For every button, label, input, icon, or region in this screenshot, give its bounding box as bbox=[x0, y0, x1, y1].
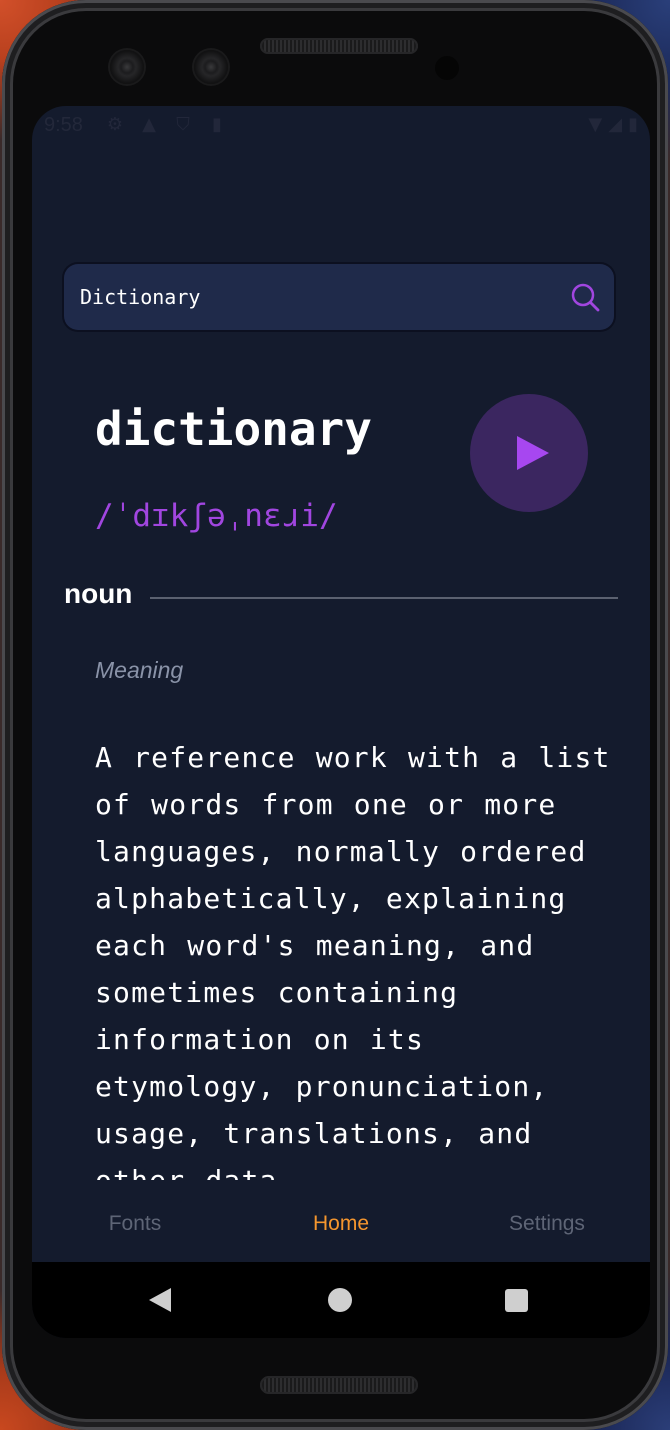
proximity-sensor bbox=[435, 56, 459, 80]
nav-home[interactable]: Home bbox=[238, 1194, 444, 1262]
play-pronunciation-button[interactable] bbox=[470, 394, 588, 512]
play-icon bbox=[517, 436, 549, 470]
status-bar: 9:58 ⚙ ▲ ⛉ ▮ ▼ ◢ ▮ bbox=[32, 106, 650, 146]
wifi-icon: ▼ bbox=[588, 114, 603, 135]
search-input[interactable] bbox=[80, 264, 550, 330]
search-bar[interactable] bbox=[64, 264, 614, 330]
nav-fonts[interactable]: Fonts bbox=[32, 1194, 238, 1262]
front-camera-secondary-icon bbox=[194, 50, 228, 84]
sd-card-icon: ▮ bbox=[212, 114, 222, 135]
earpiece-speaker bbox=[260, 38, 418, 54]
search-icon[interactable] bbox=[570, 282, 600, 312]
status-notification-icons: ⚙ ▲ ⛉ ▮ bbox=[104, 114, 228, 136]
settings-gear-icon: ⚙ bbox=[106, 114, 124, 135]
nav-settings[interactable]: Settings bbox=[444, 1194, 650, 1262]
bottom-navigation: Fonts Home Settings bbox=[32, 1194, 650, 1262]
definition-scroll-area[interactable]: A reference work with a list of words fr… bbox=[95, 734, 615, 1180]
status-time: 9:58 bbox=[44, 114, 83, 136]
front-camera-icon bbox=[110, 50, 144, 84]
phonetic-text: /ˈdɪkʃəˌnɛɹi/ bbox=[95, 498, 338, 534]
shield-icon: ⛉ bbox=[176, 114, 190, 135]
definition-text: A reference work with a list of words fr… bbox=[95, 741, 611, 1180]
home-icon[interactable] bbox=[328, 1288, 352, 1312]
word-title: dictionary bbox=[95, 402, 372, 456]
phone-frame: 9:58 ⚙ ▲ ⛉ ▮ ▼ ◢ ▮ dictionary /ˈdɪkʃəˌnɛ… bbox=[2, 0, 668, 1430]
divider bbox=[150, 597, 618, 599]
bottom-speaker bbox=[260, 1376, 418, 1394]
recents-icon[interactable] bbox=[505, 1289, 528, 1312]
back-icon[interactable] bbox=[149, 1288, 171, 1312]
status-system-icons: ▼ ◢ ▮ bbox=[588, 114, 638, 136]
battery-icon: ▮ bbox=[628, 114, 638, 135]
part-of-speech: noun bbox=[64, 578, 133, 609]
meaning-label: Meaning bbox=[95, 657, 184, 683]
system-navigation-bar bbox=[32, 1262, 650, 1338]
app-notification-icon: ▲ bbox=[142, 114, 156, 135]
app-screen: 9:58 ⚙ ▲ ⛉ ▮ ▼ ◢ ▮ dictionary /ˈdɪkʃəˌnɛ… bbox=[32, 106, 650, 1338]
cell-signal-icon: ◢ bbox=[608, 114, 623, 135]
